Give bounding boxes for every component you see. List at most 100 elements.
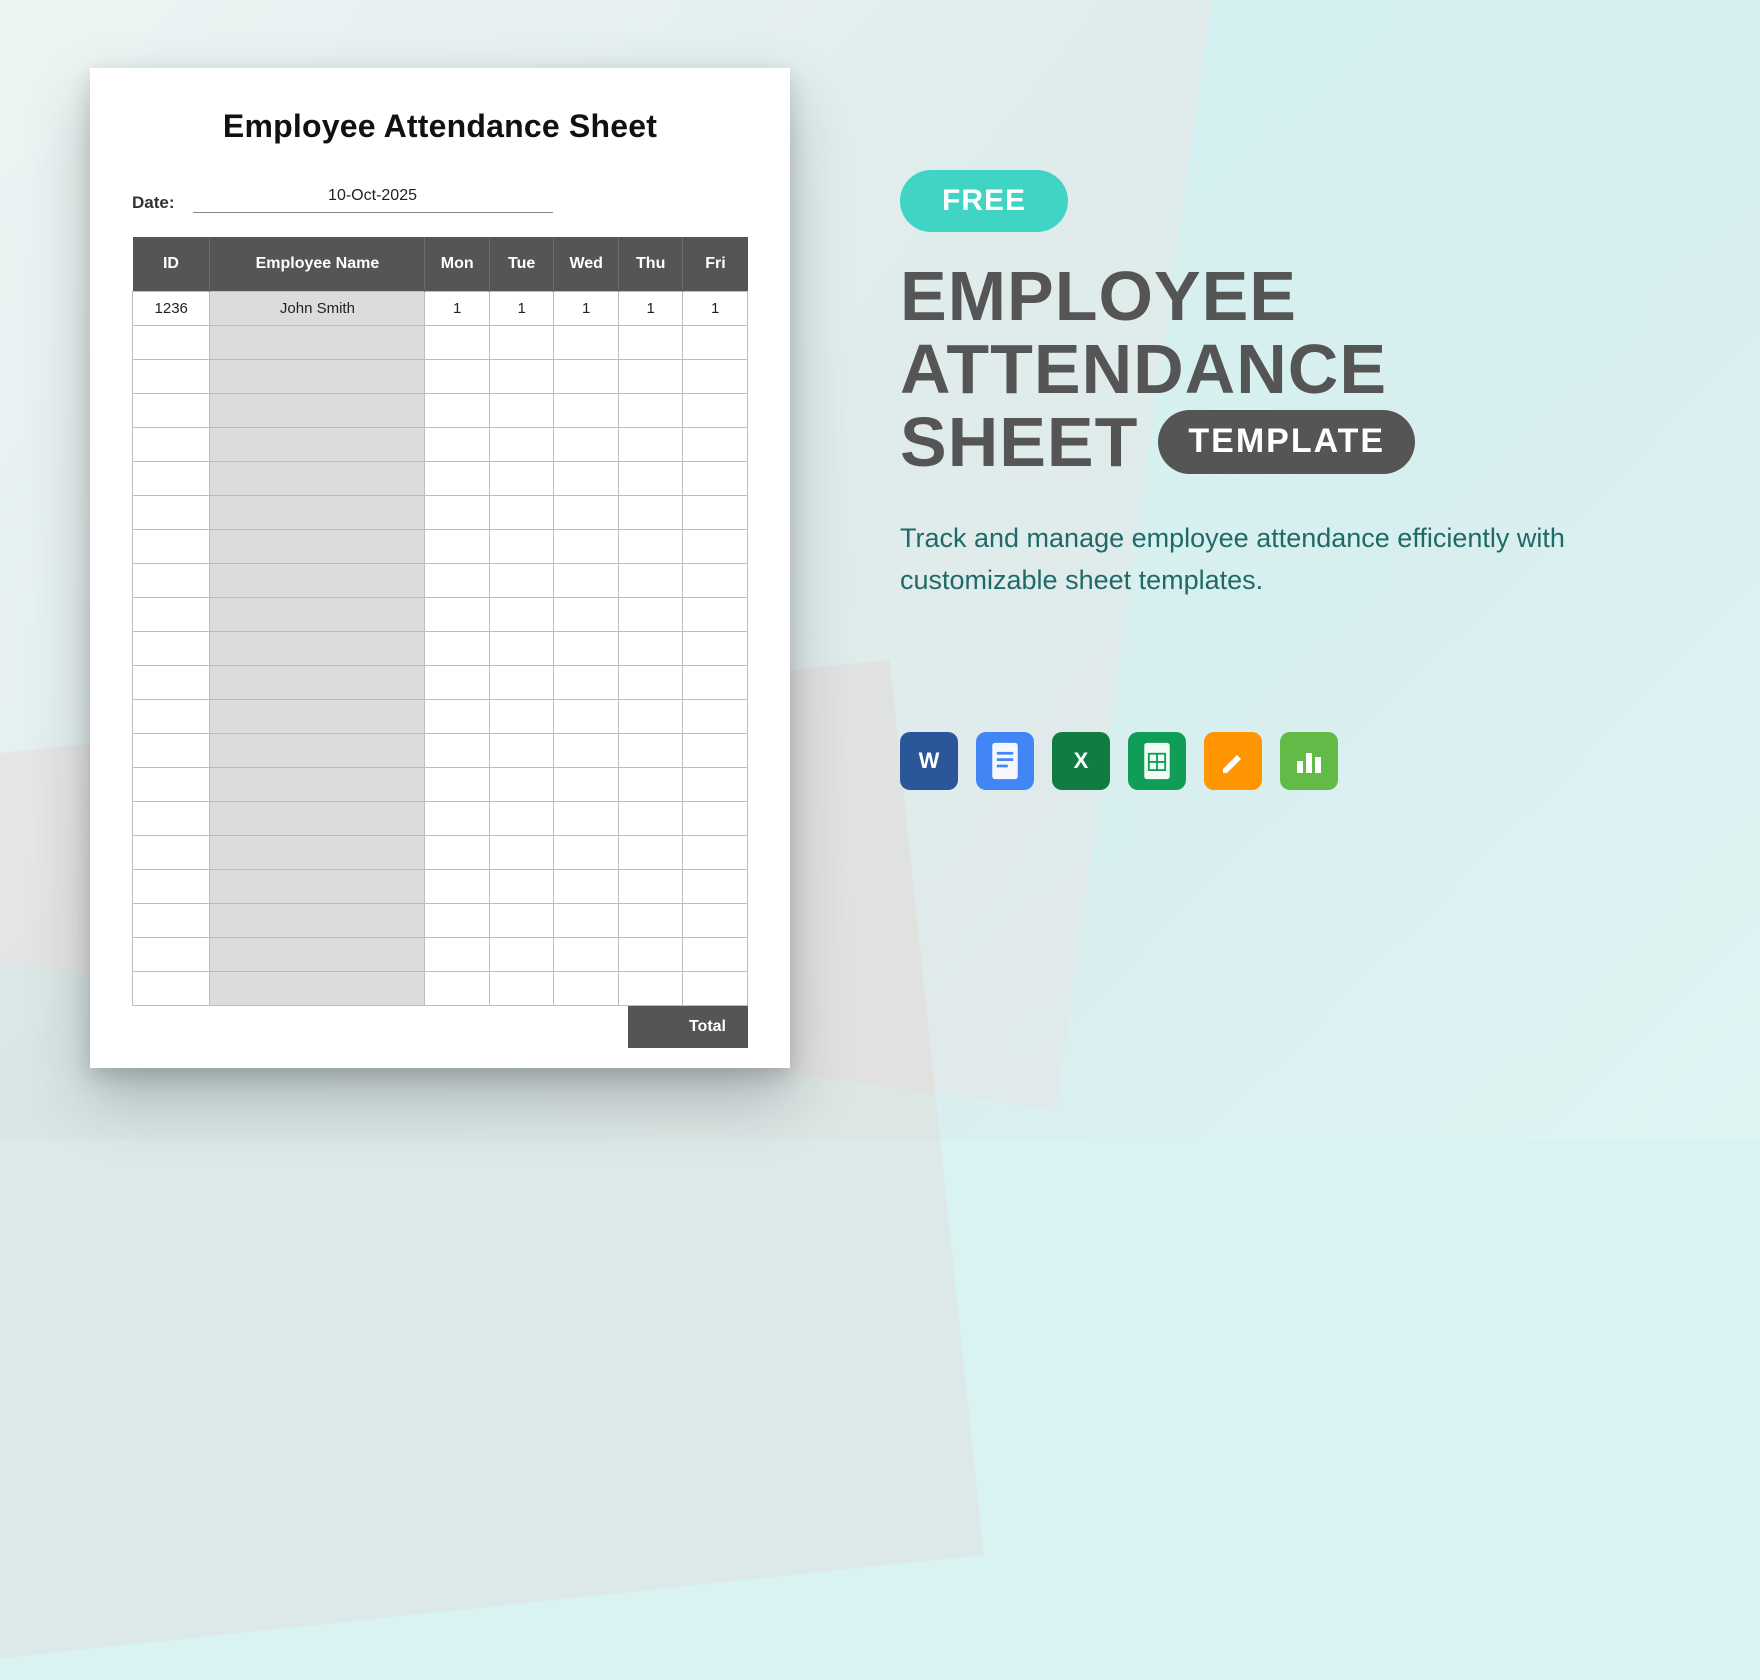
cell-tue: 1 xyxy=(489,292,554,326)
col-mon: Mon xyxy=(425,237,490,292)
cell-id xyxy=(133,360,210,394)
cell-mon xyxy=(425,972,490,1006)
cell-id xyxy=(133,802,210,836)
cell-wed xyxy=(554,394,619,428)
cell-name xyxy=(210,530,425,564)
cell-fri xyxy=(683,938,748,972)
cell-thu xyxy=(618,462,683,496)
cell-fri xyxy=(683,530,748,564)
col-tue: Tue xyxy=(489,237,554,292)
cell-fri xyxy=(683,428,748,462)
cell-wed xyxy=(554,802,619,836)
cell-tue xyxy=(489,904,554,938)
cell-tue xyxy=(489,462,554,496)
cell-name xyxy=(210,632,425,666)
cell-name xyxy=(210,360,425,394)
cell-wed: 1 xyxy=(554,292,619,326)
table-row xyxy=(133,394,748,428)
promo-panel: FREE EMPLOYEE ATTENDANCE SHEET TEMPLATE … xyxy=(900,170,1660,790)
table-row xyxy=(133,700,748,734)
table-row xyxy=(133,938,748,972)
cell-thu xyxy=(618,428,683,462)
cell-fri xyxy=(683,394,748,428)
cell-tue xyxy=(489,972,554,1006)
cell-name: John Smith xyxy=(210,292,425,326)
col-wed: Wed xyxy=(554,237,619,292)
cell-mon xyxy=(425,394,490,428)
cell-fri xyxy=(683,496,748,530)
headline-line-1: EMPLOYEE xyxy=(900,260,1660,333)
cell-fri xyxy=(683,632,748,666)
cell-id xyxy=(133,530,210,564)
cell-thu xyxy=(618,666,683,700)
cell-thu xyxy=(618,938,683,972)
cell-fri xyxy=(683,768,748,802)
cell-name xyxy=(210,394,425,428)
cell-wed xyxy=(554,326,619,360)
cell-fri xyxy=(683,326,748,360)
cell-wed xyxy=(554,938,619,972)
cell-name xyxy=(210,734,425,768)
cell-fri xyxy=(683,462,748,496)
cell-thu xyxy=(618,870,683,904)
cell-mon xyxy=(425,666,490,700)
cell-name xyxy=(210,564,425,598)
table-row xyxy=(133,904,748,938)
cell-id xyxy=(133,666,210,700)
cell-thu xyxy=(618,530,683,564)
cell-mon xyxy=(425,530,490,564)
date-label: Date: xyxy=(132,193,175,213)
cell-tue xyxy=(489,326,554,360)
table-row xyxy=(133,734,748,768)
cell-thu xyxy=(618,700,683,734)
pages-icon xyxy=(1204,732,1262,790)
cell-thu xyxy=(618,496,683,530)
google-sheets-icon xyxy=(1128,732,1186,790)
cell-wed xyxy=(554,598,619,632)
total-row: Total xyxy=(132,1006,748,1048)
cell-name xyxy=(210,496,425,530)
cell-name xyxy=(210,666,425,700)
cell-name xyxy=(210,326,425,360)
col-name: Employee Name xyxy=(210,237,425,292)
cell-id xyxy=(133,938,210,972)
cell-mon xyxy=(425,564,490,598)
cell-id xyxy=(133,870,210,904)
cell-wed xyxy=(554,632,619,666)
col-fri: Fri xyxy=(683,237,748,292)
cell-name xyxy=(210,802,425,836)
cell-mon xyxy=(425,836,490,870)
cell-fri xyxy=(683,972,748,1006)
table-row xyxy=(133,360,748,394)
table-row xyxy=(133,666,748,700)
cell-name xyxy=(210,598,425,632)
col-thu: Thu xyxy=(618,237,683,292)
cell-wed xyxy=(554,768,619,802)
cell-tue xyxy=(489,666,554,700)
cell-wed xyxy=(554,972,619,1006)
cell-name xyxy=(210,700,425,734)
cell-wed xyxy=(554,360,619,394)
cell-wed xyxy=(554,564,619,598)
cell-wed xyxy=(554,428,619,462)
cell-tue xyxy=(489,428,554,462)
cell-id xyxy=(133,700,210,734)
table-row xyxy=(133,564,748,598)
cell-id xyxy=(133,972,210,1006)
cell-thu xyxy=(618,598,683,632)
cell-wed xyxy=(554,700,619,734)
cell-id xyxy=(133,734,210,768)
cell-thu xyxy=(618,768,683,802)
free-badge: FREE xyxy=(900,170,1068,232)
tagline: Track and manage employee attendance eff… xyxy=(900,518,1580,602)
cell-mon xyxy=(425,802,490,836)
cell-tue xyxy=(489,564,554,598)
cell-fri xyxy=(683,870,748,904)
cell-mon xyxy=(425,326,490,360)
headline-line-2: ATTENDANCE xyxy=(900,333,1660,406)
table-row: 1236John Smith11111 xyxy=(133,292,748,326)
cell-tue xyxy=(489,632,554,666)
cell-fri xyxy=(683,802,748,836)
cell-id xyxy=(133,394,210,428)
cell-fri xyxy=(683,734,748,768)
